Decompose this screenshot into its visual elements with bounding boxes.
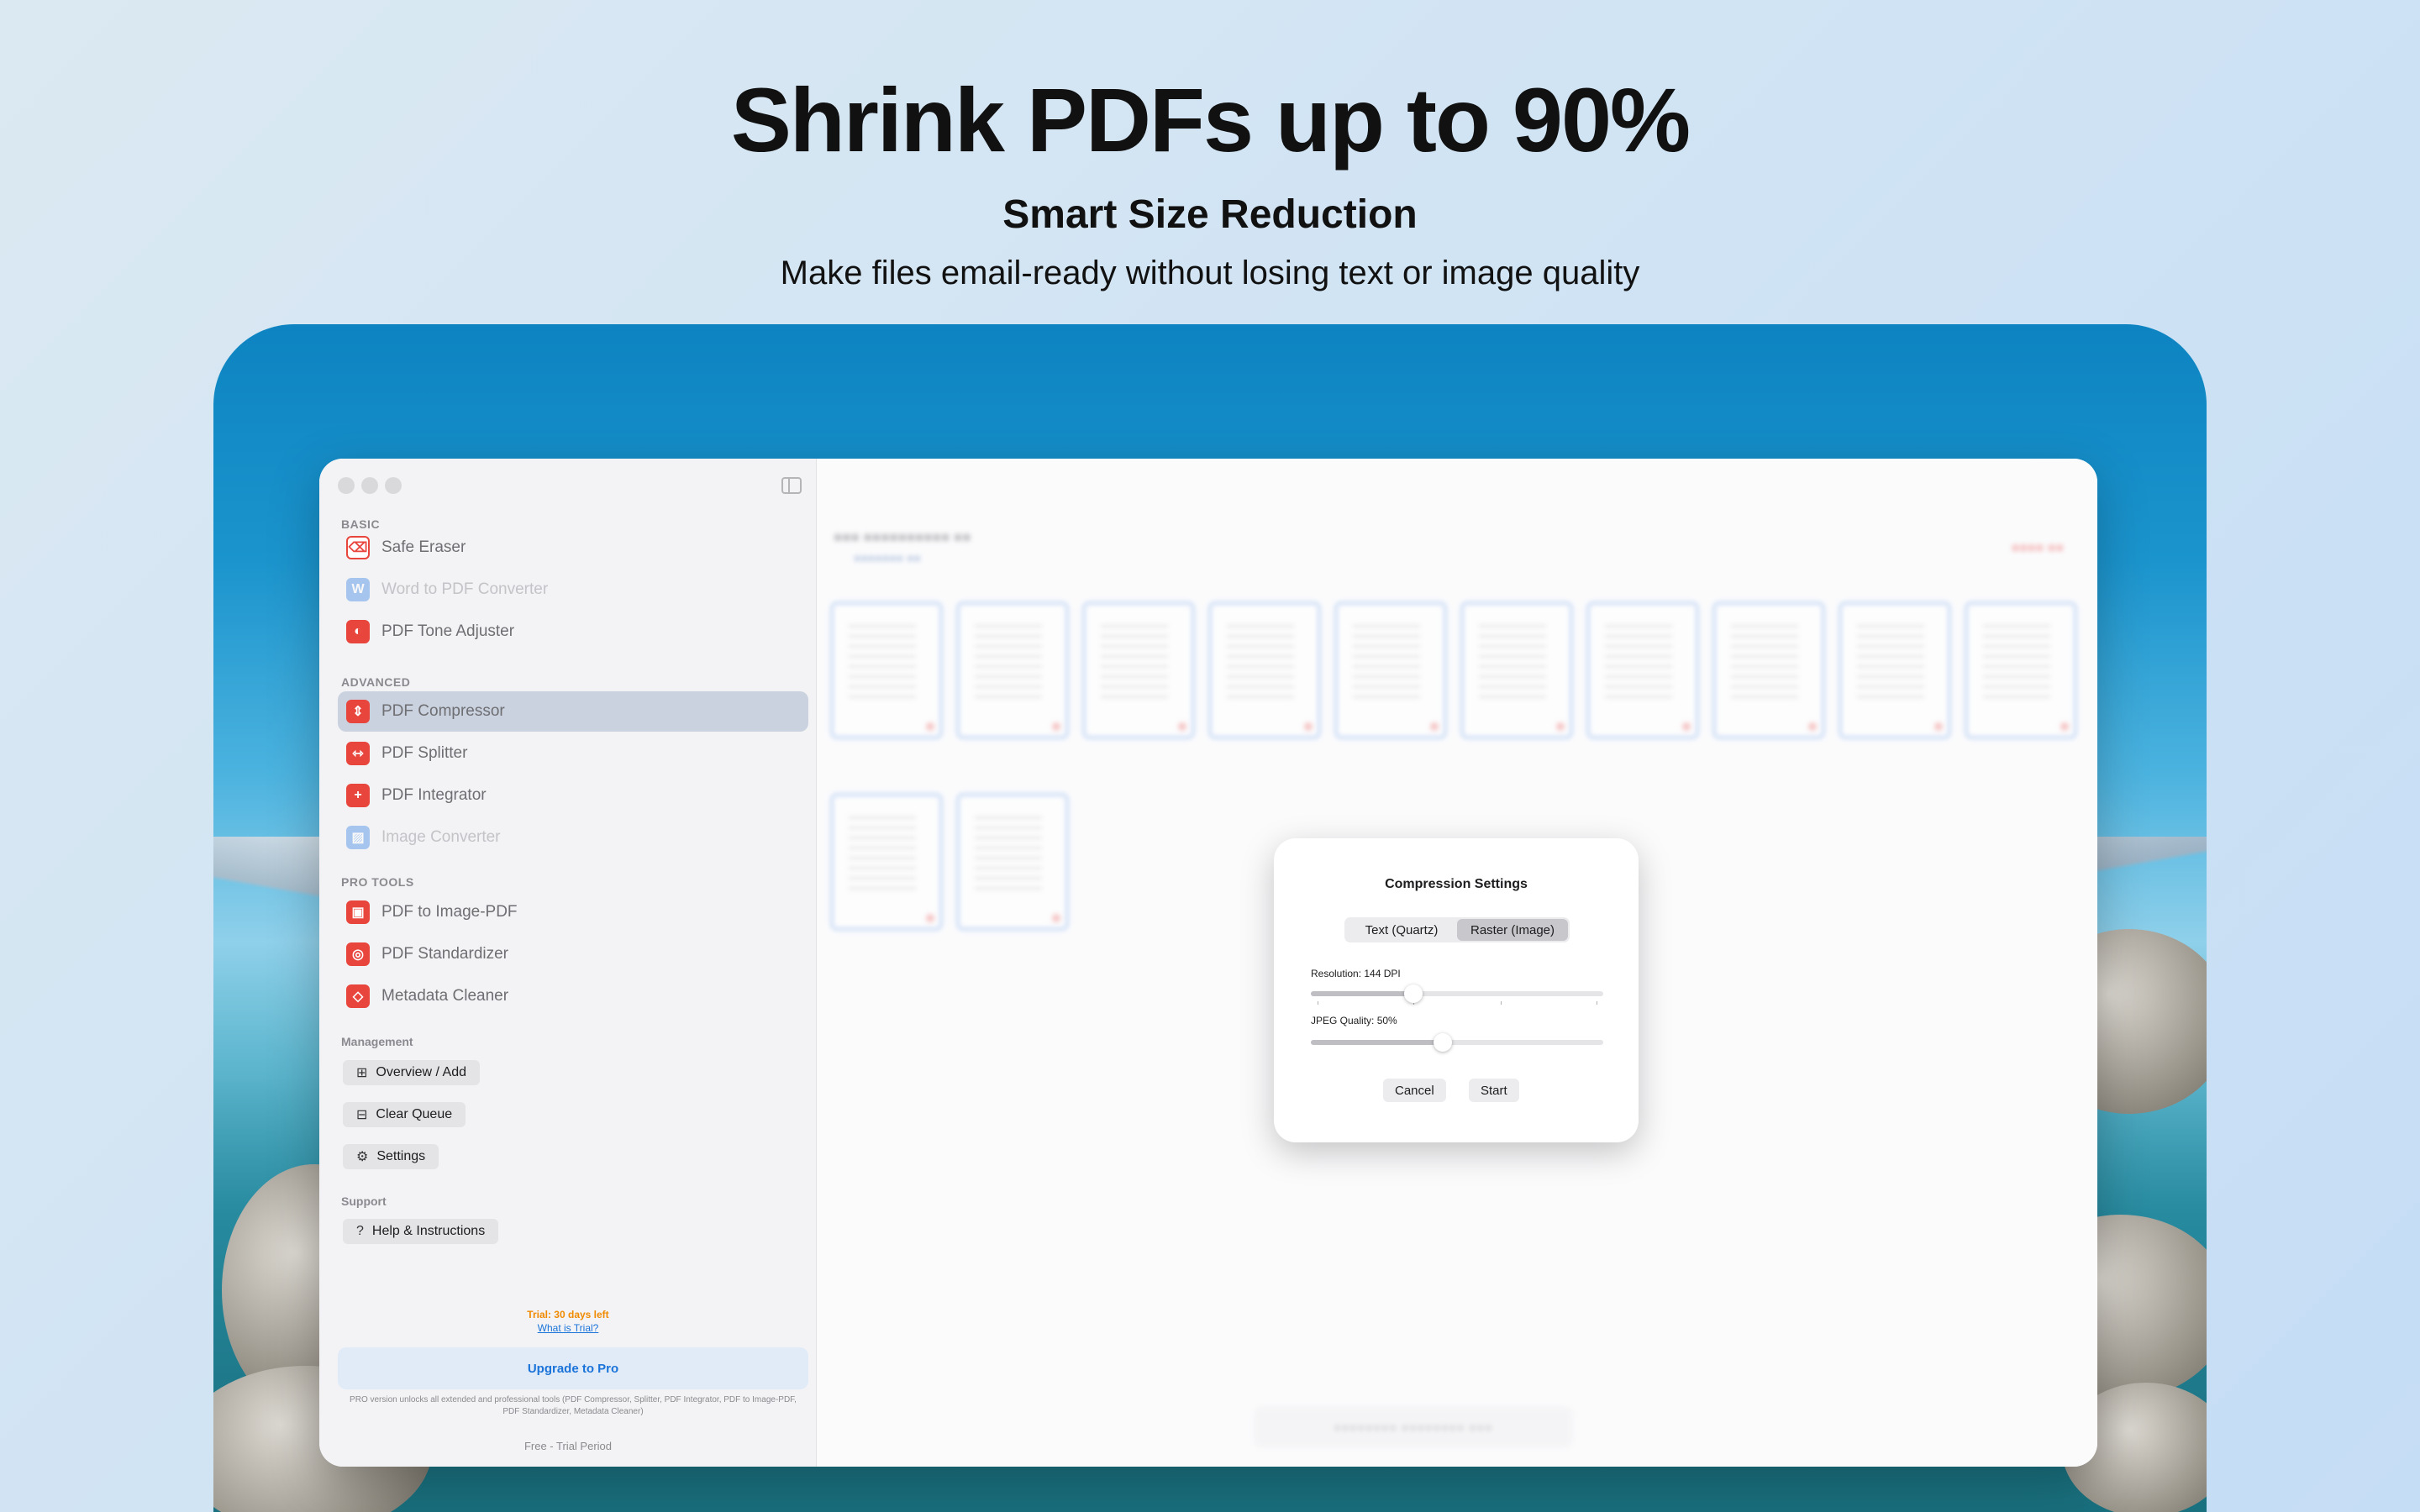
button-label: Overview / Add xyxy=(376,1065,467,1079)
sidebar-item-label: Safe Eraser xyxy=(381,538,466,556)
button-label: Clear Queue xyxy=(376,1107,453,1121)
button-label: Settings xyxy=(376,1149,426,1163)
sidebar-item-label: PDF to Image-PDF xyxy=(381,903,518,921)
sidebar-item-safe-eraser[interactable]: ⌫ Safe Eraser xyxy=(338,528,808,568)
pdf-thumbnail xyxy=(1839,601,1951,739)
sidebar-item-label: PDF Compressor xyxy=(381,702,505,720)
mode-raster-image[interactable]: Raster (Image) xyxy=(1457,919,1568,941)
sidebar-item-label: PDF Splitter xyxy=(381,744,468,762)
resolution-label: Resolution: 144 DPI xyxy=(1311,968,1401,979)
hero-title: Shrink PDFs up to 90% xyxy=(730,69,1691,171)
section-advanced: ADVANCED xyxy=(341,675,411,689)
compression-settings-dialog: Compression Settings Text (Quartz) Raste… xyxy=(1274,838,1639,1142)
sidebar-item-pdf-compressor[interactable]: ⇕ PDF Compressor xyxy=(338,691,808,732)
image-pdf-icon: ▣ xyxy=(346,900,370,924)
sidebar-item-label: Image Converter xyxy=(381,828,501,846)
sidebar-item-metadata-cleaner[interactable]: ◇ Metadata Cleaner xyxy=(338,976,808,1016)
gear-icon: ⚙ xyxy=(356,1150,369,1164)
folder-add-icon: ⊞ xyxy=(356,1066,368,1080)
pdf-thumbnail xyxy=(1082,601,1195,739)
pdf-thumbnail xyxy=(1965,601,2077,739)
tray-icon: ⊟ xyxy=(356,1108,368,1122)
standard-icon: ◎ xyxy=(346,942,370,966)
pdf-thumbnail xyxy=(956,601,1069,739)
contrast-icon: ◐ xyxy=(346,620,370,643)
plus-icon: + xyxy=(346,784,370,807)
sidebar-item-label: PDF Standardizer xyxy=(381,945,509,963)
pdf-thumbnail xyxy=(1334,601,1447,739)
eraser-icon: ◇ xyxy=(346,984,370,1008)
jpeg-quality-slider[interactable] xyxy=(1311,1033,1603,1052)
resolution-slider-fill xyxy=(1311,991,1413,996)
mode-segmented-control: Text (Quartz) Raster (Image) xyxy=(1344,917,1570,942)
zoom-window-button[interactable] xyxy=(385,477,402,494)
cancel-button[interactable]: Cancel xyxy=(1383,1079,1446,1102)
start-button[interactable]: Start xyxy=(1469,1079,1519,1102)
jpeg-slider-knob[interactable] xyxy=(1433,1033,1452,1052)
overview-add-button[interactable]: ⊞ Overview / Add xyxy=(343,1060,481,1085)
compress-icon: ⇕ xyxy=(346,700,370,723)
slider-tick xyxy=(1501,1001,1502,1005)
sidebar-item-pdf-integrator[interactable]: + PDF Integrator xyxy=(338,775,808,816)
jpeg-slider-fill xyxy=(1311,1040,1443,1045)
sidebar: BASIC ⌫ Safe Eraser W Word to PDF Conver… xyxy=(319,459,817,1467)
clear-all-link: ■■■■ ■■ xyxy=(2011,541,2064,555)
trash-icon: ⌫ xyxy=(346,536,370,559)
pdf-thumbnail xyxy=(1586,601,1699,739)
queue-title: ■■■ ■■■■■■■■■■ ■■ xyxy=(834,529,971,545)
question-icon: ? xyxy=(356,1224,364,1238)
image-icon: ▨ xyxy=(346,826,370,849)
sidebar-item-label: PDF Integrator xyxy=(381,786,487,804)
sidebar-item-label: Metadata Cleaner xyxy=(381,987,509,1005)
help-instructions-button[interactable]: ? Help & Instructions xyxy=(343,1219,499,1244)
sidebar-item-image-converter[interactable]: ▨ Image Converter xyxy=(338,817,808,858)
settings-button[interactable]: ⚙ Settings xyxy=(343,1144,439,1169)
queue-subtitle: ■■■■■■■ ■■ xyxy=(854,551,921,564)
clear-queue-button[interactable]: ⊟ Clear Queue xyxy=(343,1102,466,1127)
close-window-button[interactable] xyxy=(338,477,355,494)
compress-selected-button: ■■■■■■■■ ■■■■■■■■ ■■■ xyxy=(1254,1406,1573,1448)
section-pro-tools: PRO TOOLS xyxy=(341,875,414,889)
button-label: Help & Instructions xyxy=(371,1224,486,1238)
section-support: Support xyxy=(341,1194,387,1208)
document-icon: W xyxy=(346,578,370,601)
sidebar-item-label: PDF Tone Adjuster xyxy=(381,622,515,640)
plan-status: Free - Trial Period xyxy=(523,1440,613,1452)
sidebar-item-word-to-pdf[interactable]: W Word to PDF Converter xyxy=(338,570,808,610)
pdf-thumbnail xyxy=(830,793,943,931)
hero-subtitle: Smart Size Reduction xyxy=(1002,192,1418,237)
hero-description: Make files email-ready without losing te… xyxy=(780,255,1640,291)
pdf-thumbnail xyxy=(1460,601,1573,739)
trial-status: Trial: 30 days left xyxy=(527,1309,609,1320)
split-icon: ⇿ xyxy=(346,742,370,765)
pdf-thumbnail xyxy=(1712,601,1825,739)
pdf-thumbnail xyxy=(830,601,943,739)
section-management: Management xyxy=(341,1035,413,1048)
dialog-title: Compression Settings xyxy=(1385,877,1528,891)
pdf-thumbnail xyxy=(1208,601,1321,739)
mode-text-quartz[interactable]: Text (Quartz) xyxy=(1346,919,1457,941)
sidebar-item-pdf-standardizer[interactable]: ◎ PDF Standardizer xyxy=(338,934,808,974)
pro-note: PRO version unlocks all extended and pro… xyxy=(350,1395,797,1416)
jpeg-quality-label: JPEG Quality: 50% xyxy=(1311,1015,1397,1026)
sidebar-item-pdf-splitter[interactable]: ⇿ PDF Splitter xyxy=(338,733,808,774)
sidebar-toggle-icon[interactable] xyxy=(781,477,802,494)
upgrade-to-pro-button[interactable]: Upgrade to Pro xyxy=(338,1347,808,1389)
minimize-window-button[interactable] xyxy=(361,477,378,494)
resolution-slider-knob[interactable] xyxy=(1403,984,1423,1003)
sidebar-item-tone-adjuster[interactable]: ◐ PDF Tone Adjuster xyxy=(338,612,808,652)
app-window: BASIC ⌫ Safe Eraser W Word to PDF Conver… xyxy=(319,459,2097,1467)
sidebar-item-pdf-to-image-pdf[interactable]: ▣ PDF to Image-PDF xyxy=(338,892,808,932)
resolution-slider[interactable] xyxy=(1311,984,1603,1005)
pdf-thumbnail xyxy=(956,793,1069,931)
what-is-trial-link[interactable]: What is Trial? xyxy=(319,1322,817,1334)
sidebar-item-label: Word to PDF Converter xyxy=(381,580,549,598)
